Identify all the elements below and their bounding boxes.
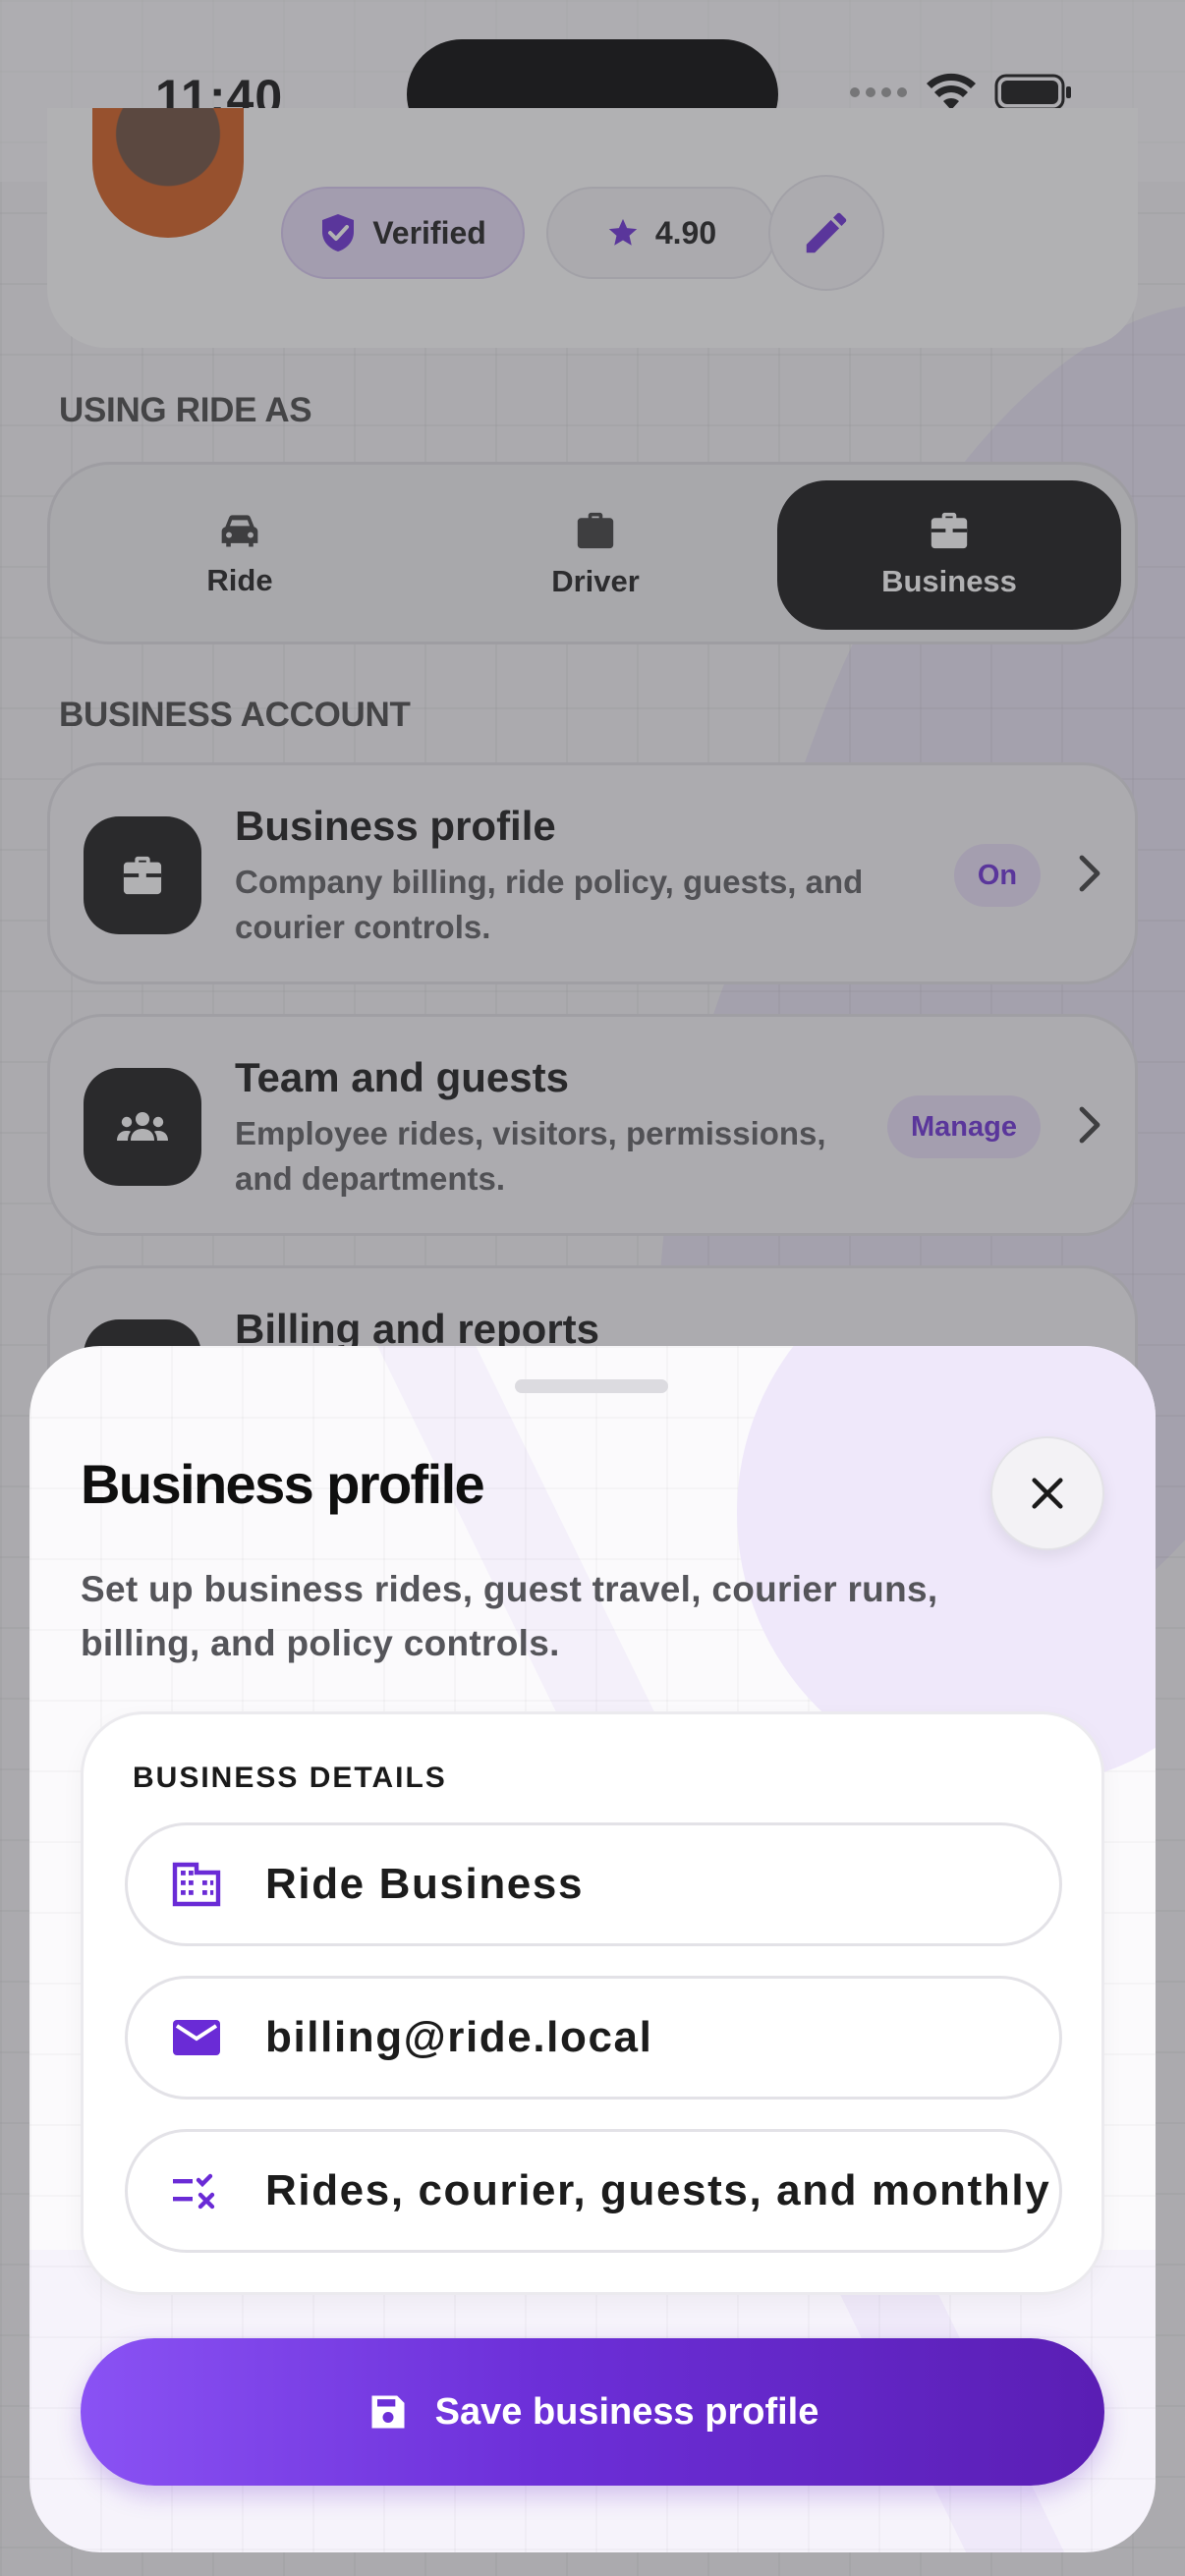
save-business-profile-button[interactable]: Save business profile <box>81 2338 1104 2486</box>
save-button-label: Save business profile <box>434 2390 819 2433</box>
policy-checklist-icon <box>173 2173 215 2210</box>
close-icon <box>1032 1478 1063 1509</box>
save-icon <box>371 2395 405 2429</box>
mail-icon <box>173 2020 220 2055</box>
building-icon <box>172 1862 221 1907</box>
business-name-field[interactable]: Ride Business <box>125 1822 1062 1946</box>
field-icon-container <box>128 2171 265 2211</box>
ride-policy-value: Rides, courier, guests, and monthly bill… <box>265 2166 1059 2214</box>
billing-email-field[interactable]: billing@ride.local <box>125 1976 1062 2100</box>
sheet-grabber[interactable] <box>515 1379 668 1393</box>
close-button[interactable] <box>990 1436 1104 1550</box>
ride-policy-field[interactable]: Rides, courier, guests, and monthly bill… <box>125 2129 1062 2253</box>
business-profile-sheet: Business profile Set up business rides, … <box>29 1346 1156 2552</box>
billing-email-value: billing@ride.local <box>265 2013 653 2061</box>
business-name-value: Ride Business <box>265 1860 585 1908</box>
field-icon-container <box>128 1861 265 1908</box>
business-details-label: BUSINESS DETAILS <box>133 1762 447 1794</box>
sheet-title: Business profile <box>81 1453 485 1515</box>
business-details-card: BUSINESS DETAILS Ride Business billing@r… <box>81 1711 1104 2295</box>
sheet-description: Set up business rides, guest travel, cou… <box>81 1569 938 1663</box>
field-icon-container <box>128 2018 265 2057</box>
